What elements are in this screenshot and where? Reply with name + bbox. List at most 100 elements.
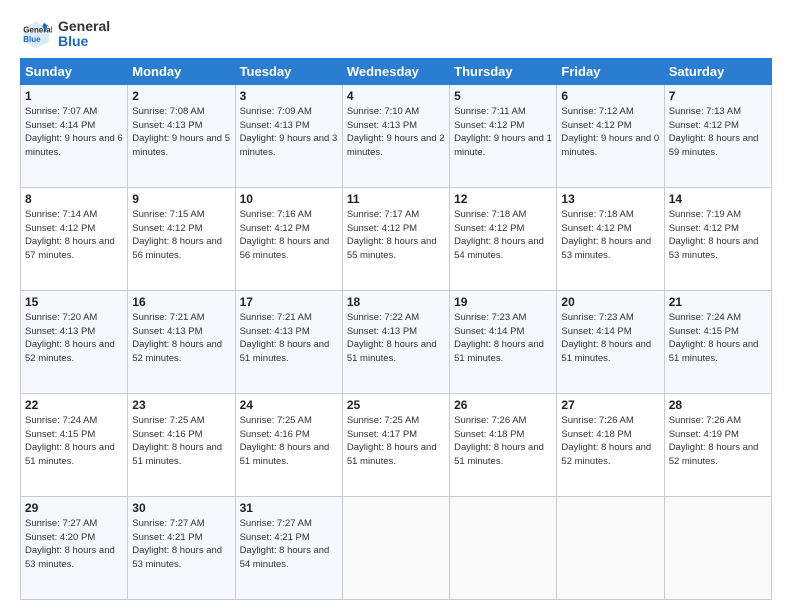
table-row: 3 Sunrise: 7:09 AMSunset: 4:13 PMDaylight… bbox=[235, 85, 342, 188]
table-row bbox=[664, 497, 771, 600]
col-monday: Monday bbox=[128, 59, 235, 85]
day-number: 27 bbox=[561, 397, 659, 413]
day-info: Sunrise: 7:27 AMSunset: 4:20 PMDaylight:… bbox=[25, 518, 115, 570]
day-number: 30 bbox=[132, 500, 230, 516]
day-info: Sunrise: 7:26 AMSunset: 4:18 PMDaylight:… bbox=[561, 415, 651, 467]
day-info: Sunrise: 7:17 AMSunset: 4:12 PMDaylight:… bbox=[347, 209, 437, 261]
day-info: Sunrise: 7:23 AMSunset: 4:14 PMDaylight:… bbox=[454, 312, 544, 364]
table-row: 8 Sunrise: 7:14 AMSunset: 4:12 PMDaylight… bbox=[21, 188, 128, 291]
day-info: Sunrise: 7:20 AMSunset: 4:13 PMDaylight:… bbox=[25, 312, 115, 364]
table-row: 13 Sunrise: 7:18 AMSunset: 4:12 PMDayligh… bbox=[557, 188, 664, 291]
day-number: 1 bbox=[25, 88, 123, 104]
table-row: 21 Sunrise: 7:24 AMSunset: 4:15 PMDayligh… bbox=[664, 291, 771, 394]
day-info: Sunrise: 7:22 AMSunset: 4:13 PMDaylight:… bbox=[347, 312, 437, 364]
table-row bbox=[342, 497, 449, 600]
day-number: 17 bbox=[240, 294, 338, 310]
day-number: 31 bbox=[240, 500, 338, 516]
table-row: 12Sunrise: 7:18 AMSunset: 4:12 PMDayligh… bbox=[450, 188, 557, 291]
col-wednesday: Wednesday bbox=[342, 59, 449, 85]
calendar-week-row: 8 Sunrise: 7:14 AMSunset: 4:12 PMDaylight… bbox=[21, 188, 772, 291]
day-info: Sunrise: 7:18 AMSunset: 4:12 PMDaylight:… bbox=[454, 209, 544, 261]
day-number: 10 bbox=[240, 191, 338, 207]
day-number: 19 bbox=[454, 294, 552, 310]
day-number: 2 bbox=[132, 88, 230, 104]
day-info: Sunrise: 7:21 AMSunset: 4:13 PMDaylight:… bbox=[240, 312, 330, 364]
table-row: 4 Sunrise: 7:10 AMSunset: 4:13 PMDaylight… bbox=[342, 85, 449, 188]
table-row: 7 Sunrise: 7:13 AMSunset: 4:12 PMDaylight… bbox=[664, 85, 771, 188]
day-info: Sunrise: 7:26 AMSunset: 4:18 PMDaylight:… bbox=[454, 415, 544, 467]
table-row: 24Sunrise: 7:25 AMSunset: 4:16 PMDayligh… bbox=[235, 394, 342, 497]
generalblue-logo-icon: General Blue bbox=[20, 18, 52, 50]
day-number: 8 bbox=[25, 191, 123, 207]
day-info: Sunrise: 7:19 AMSunset: 4:12 PMDaylight:… bbox=[669, 209, 759, 261]
day-info: Sunrise: 7:16 AMSunset: 4:12 PMDaylight:… bbox=[240, 209, 330, 261]
day-number: 15 bbox=[25, 294, 123, 310]
col-sunday: Sunday bbox=[21, 59, 128, 85]
logo: General Blue General Blue bbox=[20, 18, 110, 50]
table-row: 14 Sunrise: 7:19 AMSunset: 4:12 PMDayligh… bbox=[664, 188, 771, 291]
col-thursday: Thursday bbox=[450, 59, 557, 85]
day-number: 6 bbox=[561, 88, 659, 104]
day-number: 26 bbox=[454, 397, 552, 413]
day-number: 28 bbox=[669, 397, 767, 413]
col-friday: Friday bbox=[557, 59, 664, 85]
day-info: Sunrise: 7:27 AMSunset: 4:21 PMDaylight:… bbox=[240, 518, 330, 570]
day-number: 20 bbox=[561, 294, 659, 310]
col-saturday: Saturday bbox=[664, 59, 771, 85]
calendar-table: Sunday Monday Tuesday Wednesday Thursday… bbox=[20, 58, 772, 600]
day-info: Sunrise: 7:12 AMSunset: 4:12 PMDaylight:… bbox=[561, 106, 659, 158]
day-info: Sunrise: 7:26 AMSunset: 4:19 PMDaylight:… bbox=[669, 415, 759, 467]
table-row: 25Sunrise: 7:25 AMSunset: 4:17 PMDayligh… bbox=[342, 394, 449, 497]
day-number: 7 bbox=[669, 88, 767, 104]
table-row: 6 Sunrise: 7:12 AMSunset: 4:12 PMDaylight… bbox=[557, 85, 664, 188]
day-number: 29 bbox=[25, 500, 123, 516]
day-number: 4 bbox=[347, 88, 445, 104]
table-row: 28 Sunrise: 7:26 AMSunset: 4:19 PMDayligh… bbox=[664, 394, 771, 497]
day-info: Sunrise: 7:24 AMSunset: 4:15 PMDaylight:… bbox=[669, 312, 759, 364]
day-info: Sunrise: 7:23 AMSunset: 4:14 PMDaylight:… bbox=[561, 312, 651, 364]
calendar-week-row: 29 Sunrise: 7:27 AMSunset: 4:20 PMDayligh… bbox=[21, 497, 772, 600]
day-info: Sunrise: 7:21 AMSunset: 4:13 PMDaylight:… bbox=[132, 312, 222, 364]
day-info: Sunrise: 7:10 AMSunset: 4:13 PMDaylight:… bbox=[347, 106, 445, 158]
page-header: General Blue General Blue bbox=[20, 18, 772, 50]
table-row: 9 Sunrise: 7:15 AMSunset: 4:12 PMDaylight… bbox=[128, 188, 235, 291]
table-row: 30 Sunrise: 7:27 AMSunset: 4:21 PMDayligh… bbox=[128, 497, 235, 600]
day-info: Sunrise: 7:25 AMSunset: 4:16 PMDaylight:… bbox=[132, 415, 222, 467]
day-info: Sunrise: 7:27 AMSunset: 4:21 PMDaylight:… bbox=[132, 518, 222, 570]
day-number: 9 bbox=[132, 191, 230, 207]
logo-blue: Blue bbox=[58, 34, 110, 49]
table-row: 27 Sunrise: 7:26 AMSunset: 4:18 PMDayligh… bbox=[557, 394, 664, 497]
calendar-header-row: Sunday Monday Tuesday Wednesday Thursday… bbox=[21, 59, 772, 85]
calendar-week-row: 15 Sunrise: 7:20 AMSunset: 4:13 PMDayligh… bbox=[21, 291, 772, 394]
day-info: Sunrise: 7:14 AMSunset: 4:12 PMDaylight:… bbox=[25, 209, 115, 261]
day-number: 11 bbox=[347, 191, 445, 207]
day-info: Sunrise: 7:15 AMSunset: 4:12 PMDaylight:… bbox=[132, 209, 222, 261]
day-number: 23 bbox=[132, 397, 230, 413]
day-info: Sunrise: 7:09 AMSunset: 4:13 PMDaylight:… bbox=[240, 106, 338, 158]
table-row bbox=[450, 497, 557, 600]
table-row: 19 Sunrise: 7:23 AMSunset: 4:14 PMDayligh… bbox=[450, 291, 557, 394]
calendar-week-row: 1Sunrise: 7:07 AMSunset: 4:14 PMDaylight… bbox=[21, 85, 772, 188]
day-info: Sunrise: 7:24 AMSunset: 4:15 PMDaylight:… bbox=[25, 415, 115, 467]
day-number: 22 bbox=[25, 397, 123, 413]
day-info: Sunrise: 7:13 AMSunset: 4:12 PMDaylight:… bbox=[669, 106, 759, 158]
day-number: 14 bbox=[669, 191, 767, 207]
table-row: 2 Sunrise: 7:08 AMSunset: 4:13 PMDaylight… bbox=[128, 85, 235, 188]
table-row: 23 Sunrise: 7:25 AMSunset: 4:16 PMDayligh… bbox=[128, 394, 235, 497]
calendar-week-row: 22 Sunrise: 7:24 AMSunset: 4:15 PMDayligh… bbox=[21, 394, 772, 497]
table-row: 18Sunrise: 7:22 AMSunset: 4:13 PMDayligh… bbox=[342, 291, 449, 394]
day-number: 5 bbox=[454, 88, 552, 104]
table-row: 5Sunrise: 7:11 AMSunset: 4:12 PMDaylight… bbox=[450, 85, 557, 188]
day-number: 13 bbox=[561, 191, 659, 207]
table-row: 11 Sunrise: 7:17 AMSunset: 4:12 PMDayligh… bbox=[342, 188, 449, 291]
day-info: Sunrise: 7:18 AMSunset: 4:12 PMDaylight:… bbox=[561, 209, 651, 261]
calendar-body: 1Sunrise: 7:07 AMSunset: 4:14 PMDaylight… bbox=[21, 85, 772, 600]
day-number: 24 bbox=[240, 397, 338, 413]
col-tuesday: Tuesday bbox=[235, 59, 342, 85]
day-number: 3 bbox=[240, 88, 338, 104]
day-info: Sunrise: 7:08 AMSunset: 4:13 PMDaylight:… bbox=[132, 106, 230, 158]
table-row: 16Sunrise: 7:21 AMSunset: 4:13 PMDayligh… bbox=[128, 291, 235, 394]
day-number: 21 bbox=[669, 294, 767, 310]
table-row: 17 Sunrise: 7:21 AMSunset: 4:13 PMDayligh… bbox=[235, 291, 342, 394]
day-number: 25 bbox=[347, 397, 445, 413]
